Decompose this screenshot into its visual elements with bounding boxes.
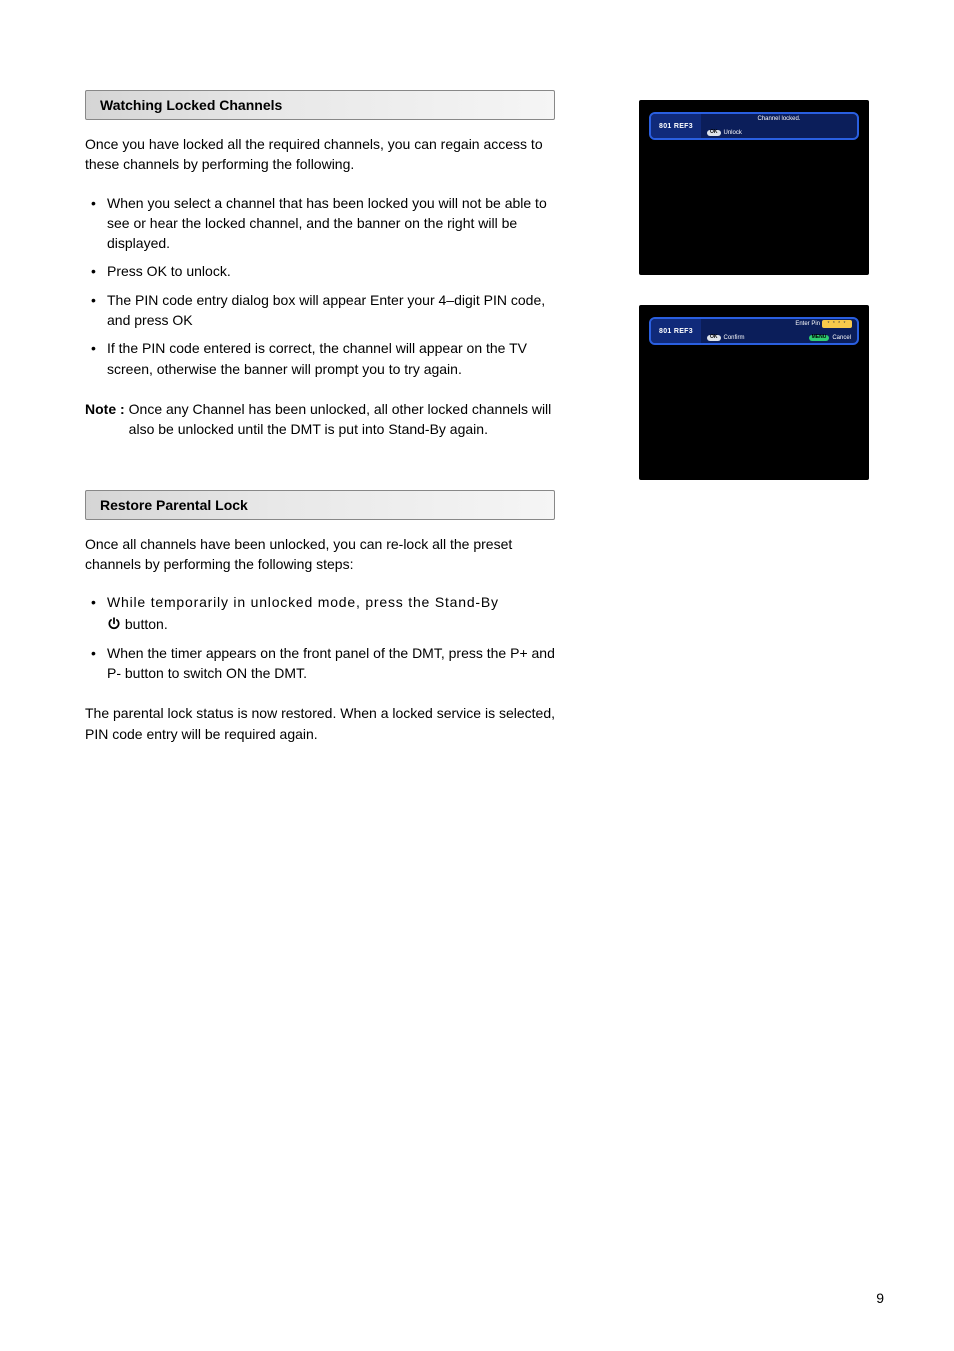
section2-bullets: While temporarily in unlocked mode, pres…: [85, 592, 555, 683]
pin-box: * * * *: [822, 320, 852, 328]
section-header-watching: Watching Locked Channels: [85, 90, 555, 120]
osd-action-confirm: OK Confirm: [707, 335, 745, 342]
pin-label: Enter Pin: [795, 321, 820, 327]
osd-banner: 801 REF3 Channel locked. OK Unlock: [649, 112, 859, 140]
section2-outro: The parental lock status is now restored…: [85, 703, 555, 744]
power-icon: [107, 617, 121, 631]
list-item: The PIN code entry dialog box will appea…: [85, 290, 555, 331]
list-item: Press OK to unlock.: [85, 261, 555, 281]
osd-channel: 801 REF3: [651, 319, 701, 343]
osd-action-cancel: MENU Cancel: [809, 335, 851, 342]
list-item: If the PIN code entered is correct, the …: [85, 338, 555, 379]
tv-preview-locked: 801 REF3 Channel locked. OK Unlock: [639, 100, 869, 275]
bullet-text-a: While temporarily in unlocked mode, pres…: [107, 592, 555, 612]
cancel-label: Cancel: [832, 335, 851, 341]
note-label: Note :: [85, 399, 125, 440]
osd-title: Channel locked.: [757, 116, 800, 122]
osd-channel: 801 REF3: [651, 114, 701, 138]
note-text: Once any Channel has been unlocked, all …: [129, 399, 555, 440]
tv-preview-pin: 801 REF3 Enter Pin * * * * OK Confirm ME…: [639, 305, 869, 480]
list-item: When the timer appears on the front pane…: [85, 643, 555, 684]
note-block: Note : Once any Channel has been unlocke…: [85, 399, 555, 440]
section2-intro: Once all channels have been unlocked, yo…: [85, 534, 555, 575]
ok-pill: OK: [707, 335, 721, 342]
bullet-text-b: button.: [125, 616, 168, 632]
section1-intro: Once you have locked all the required ch…: [85, 134, 555, 175]
menu-pill: MENU: [809, 335, 830, 342]
page-number: 9: [876, 1290, 884, 1306]
list-item: While temporarily in unlocked mode, pres…: [85, 592, 555, 635]
list-item: When you select a channel that has been …: [85, 193, 555, 254]
osd-action-unlock: OK Unlock: [707, 130, 742, 137]
section1-bullets: When you select a channel that has been …: [85, 193, 555, 379]
section-header-restore: Restore Parental Lock: [85, 490, 555, 520]
osd-banner: 801 REF3 Enter Pin * * * * OK Confirm ME…: [649, 317, 859, 345]
unlock-label: Unlock: [724, 130, 742, 136]
confirm-label: Confirm: [724, 335, 745, 341]
ok-pill: OK: [707, 130, 721, 137]
pin-field: Enter Pin * * * *: [795, 320, 852, 328]
